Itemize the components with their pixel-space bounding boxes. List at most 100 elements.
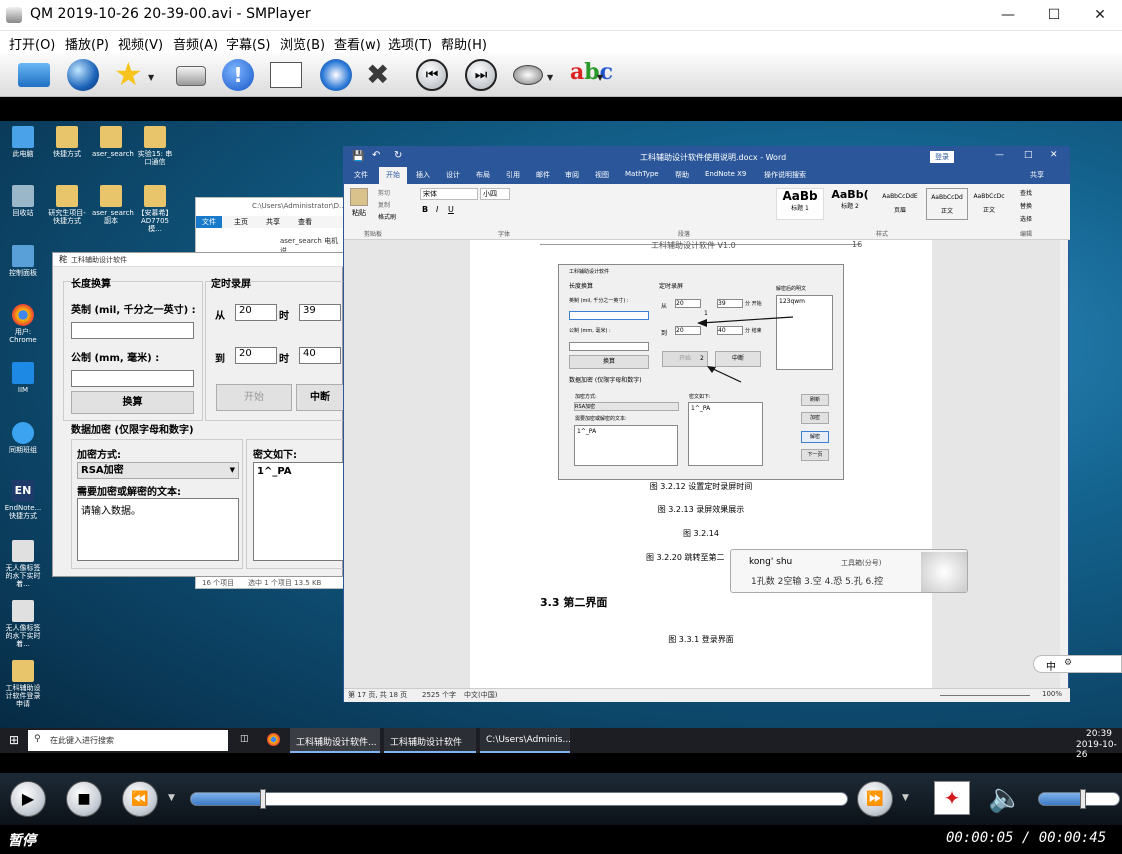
select-button[interactable]: 选择: [1020, 214, 1032, 223]
tab-home[interactable]: 开始: [379, 167, 407, 184]
task-view-icon[interactable]: ◫: [240, 734, 249, 744]
word-window[interactable]: 💾 ↶ ↻ 工科辅助设计软件使用说明.docx - Word 登录 — □ ✕ …: [343, 146, 1070, 702]
desktop-icon-chrome[interactable]: 用户: Chrome: [4, 304, 42, 344]
word-maximize-button[interactable]: □: [1024, 150, 1033, 160]
desktop-icon-doc3[interactable]: 工科辅助设计软件登录申请: [4, 660, 42, 708]
clock-date[interactable]: 2019-10-26: [1076, 740, 1122, 760]
tab-help[interactable]: 帮助: [675, 170, 689, 180]
menu-open[interactable]: 打开(O): [9, 34, 55, 53]
tab-references[interactable]: 引用: [506, 170, 520, 180]
desktop-icon-recycle-bin[interactable]: 回收站: [4, 185, 42, 217]
format-painter-button[interactable]: 格式刷: [378, 212, 396, 221]
tab-file[interactable]: 文件: [354, 170, 368, 180]
menu-audio[interactable]: 音频(A): [173, 34, 218, 53]
fullscreen-icon[interactable]: ✦: [934, 781, 970, 815]
ime-mode[interactable]: 中: [1046, 658, 1056, 673]
desktop-icon-control-panel[interactable]: 控制面板: [4, 245, 42, 277]
chevron-down-icon[interactable]: ▼: [597, 73, 603, 82]
tab-view[interactable]: 视图: [595, 170, 609, 180]
chevron-down-icon[interactable]: ▼: [547, 73, 553, 82]
ime-toolbar[interactable]: 中 ⚙: [1033, 655, 1122, 673]
word-close-button[interactable]: ✕: [1050, 150, 1058, 160]
zoom-level[interactable]: 100%: [1042, 690, 1062, 698]
status-words[interactable]: 2525 个字: [422, 690, 456, 700]
find-button[interactable]: 查找: [1020, 188, 1032, 197]
desktop-icon-ad7705[interactable]: 【安慕希】AD7705模...: [136, 185, 174, 233]
camera-icon[interactable]: [176, 66, 206, 86]
crypto-input-textarea[interactable]: 请输入数据。: [77, 498, 239, 561]
maximize-button[interactable]: ☐: [1031, 0, 1077, 31]
menu-browse[interactable]: 浏览(B): [280, 34, 325, 53]
globe-icon[interactable]: [67, 59, 99, 91]
tools-icon[interactable]: ✖: [366, 59, 389, 91]
menu-video[interactable]: 视频(V): [118, 34, 163, 53]
desktop-icon-shortcut[interactable]: 快捷方式: [48, 126, 86, 158]
share-button[interactable]: 共享: [1030, 170, 1044, 180]
tab-review[interactable]: 审阅: [565, 170, 579, 180]
chevron-down-icon[interactable]: ▼: [902, 793, 909, 803]
seek-bar[interactable]: [190, 789, 848, 809]
status-page[interactable]: 第 17 页, 共 18 页: [348, 690, 407, 700]
play-button[interactable]: ▶: [10, 781, 46, 817]
desktop-icon-this-pc[interactable]: 此电脑: [4, 126, 42, 158]
stop-button[interactable]: 中断: [296, 384, 344, 411]
underline-button[interactable]: U: [448, 205, 454, 214]
font-name-select[interactable]: 宋体: [420, 188, 478, 200]
ime-settings-icon[interactable]: ⚙: [1064, 658, 1072, 668]
paste-button[interactable]: 粘贴: [352, 208, 366, 218]
fast-forward-button[interactable]: ⏩: [857, 781, 893, 817]
info-icon[interactable]: !: [222, 59, 254, 91]
folder-icon[interactable]: [18, 63, 50, 87]
from-minute-input[interactable]: 39: [299, 304, 341, 321]
menu-view[interactable]: 查看(w): [334, 34, 381, 53]
start-button[interactable]: 开始: [216, 384, 292, 411]
desktop-icon-class[interactable]: 同期班组: [4, 422, 42, 454]
next-icon[interactable]: ⏭: [465, 59, 497, 91]
playlist-icon[interactable]: [270, 62, 302, 88]
taskbar-item-explorer[interactable]: C:\Users\Adminis...: [480, 728, 571, 753]
cut-button[interactable]: 剪切: [378, 188, 390, 197]
explorer-tab-view[interactable]: 查看: [298, 217, 312, 227]
clock-time[interactable]: 20:39: [1086, 729, 1112, 739]
volume-icon[interactable]: 🔈: [988, 781, 1023, 814]
menu-options[interactable]: 选项(T): [388, 34, 432, 53]
cipher-output[interactable]: 1^_PA: [253, 462, 344, 561]
prev-icon[interactable]: ⏮: [416, 59, 448, 91]
inch-input[interactable]: [71, 322, 194, 339]
from-hour-input[interactable]: 20: [235, 304, 277, 321]
desktop-icon-doc1[interactable]: 无人像标签的水下实时着...: [4, 540, 42, 588]
to-hour-input[interactable]: 20: [235, 347, 277, 364]
style-normal[interactable]: AaBbCcDd 正文: [926, 188, 968, 220]
explorer-tab-file[interactable]: 文件: [196, 216, 222, 228]
word-login-button[interactable]: 登录: [930, 151, 954, 163]
to-minute-input[interactable]: 40: [299, 347, 341, 364]
desktop-icon-lab15[interactable]: 实验15: 串口通信: [136, 126, 174, 166]
taskbar-item-word[interactable]: 工科辅助设计软件...: [290, 728, 380, 753]
desktop-icon-aser-search[interactable]: aser_search: [92, 126, 134, 158]
chevron-down-icon[interactable]: ▼: [168, 793, 175, 803]
save-icon[interactable]: 💾: [352, 151, 364, 162]
document-page[interactable]: 工科辅助设计软件 V1.0 16 工科辅助设计软件 长度换算 英制 (mil, …: [470, 240, 932, 688]
tab-layout[interactable]: 布局: [476, 170, 490, 180]
menu-help[interactable]: 帮助(H): [441, 34, 487, 53]
status-language[interactable]: 中文(中国): [464, 690, 497, 700]
capture-icon[interactable]: [320, 59, 352, 91]
star-icon[interactable]: ★: [114, 57, 143, 91]
taskbar-item-tool[interactable]: 工科辅助设计软件: [384, 728, 476, 753]
style-header[interactable]: AaBbCcDdE 页眉: [876, 188, 924, 220]
redo-icon[interactable]: ↻: [394, 150, 402, 161]
style-normal-2[interactable]: AaBbCcDc 正文: [970, 188, 1008, 220]
tab-endnote[interactable]: EndNote X9: [705, 170, 746, 178]
italic-button[interactable]: I: [436, 205, 438, 214]
subtitle-icon[interactable]: abc: [570, 59, 613, 85]
tab-mailings[interactable]: 邮件: [536, 170, 550, 180]
chrome-taskbar-icon[interactable]: [267, 733, 280, 746]
paste-icon[interactable]: [350, 188, 368, 206]
rewind-button[interactable]: ⏪: [122, 781, 158, 817]
close-button[interactable]: ✕: [1077, 0, 1122, 31]
stop-playback-button[interactable]: ■: [66, 781, 102, 817]
disc-icon[interactable]: [513, 65, 543, 85]
copy-button[interactable]: 复制: [378, 200, 390, 209]
desktop-icon-project[interactable]: 研究生项目-快捷方式: [48, 185, 86, 225]
metric-input[interactable]: [71, 370, 194, 387]
